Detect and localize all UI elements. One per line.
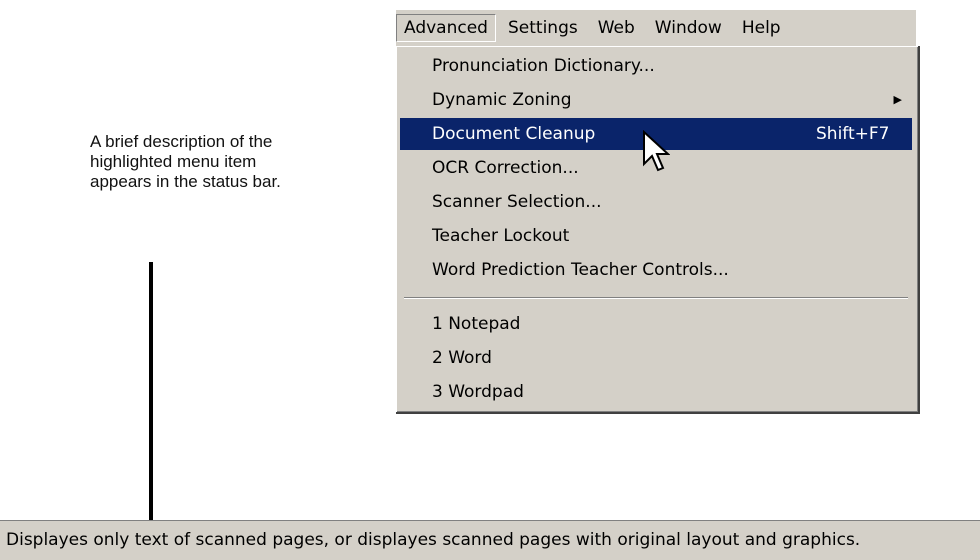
mouse-cursor-icon [643, 130, 670, 172]
menu-item-dynamic-zoning[interactable]: Dynamic Zoning ▶ [400, 84, 912, 116]
menu-separator [404, 297, 908, 299]
menu-help[interactable]: Help [734, 14, 789, 42]
menu-item-pronunciation-dictionary[interactable]: Pronunciation Dictionary... [400, 50, 912, 82]
menu-item-word-prediction-teacher-controls[interactable]: Word Prediction Teacher Controls... [400, 254, 912, 286]
menu-item-scanner-selection[interactable]: Scanner Selection... [400, 186, 912, 218]
menu-shortcut: Shift+F7 [816, 124, 890, 144]
menu-item-recent-notepad[interactable]: 1 Notepad [400, 308, 912, 340]
callout-description: A brief description of the highlighted m… [90, 132, 281, 191]
menu-item-teacher-lockout[interactable]: Teacher Lockout [400, 220, 912, 252]
menu-advanced[interactable]: Advanced [396, 14, 496, 42]
callout-pointer-line [149, 262, 153, 552]
status-bar: Displayes only text of scanned pages, or… [0, 520, 980, 560]
advanced-dropdown-menu: Pronunciation Dictionary... Dynamic Zoni… [396, 46, 920, 414]
menu-web[interactable]: Web [590, 14, 643, 42]
submenu-arrow-icon: ▶ [893, 93, 902, 106]
menu-window[interactable]: Window [647, 14, 730, 42]
status-bar-text: Displayes only text of scanned pages, or… [6, 530, 861, 550]
menu-item-recent-wordpad[interactable]: 3 Wordpad [400, 376, 912, 408]
menu-settings[interactable]: Settings [500, 14, 586, 42]
menu-bar: Advanced Settings Web Window Help [396, 10, 916, 46]
menu-item-recent-word[interactable]: 2 Word [400, 342, 912, 374]
